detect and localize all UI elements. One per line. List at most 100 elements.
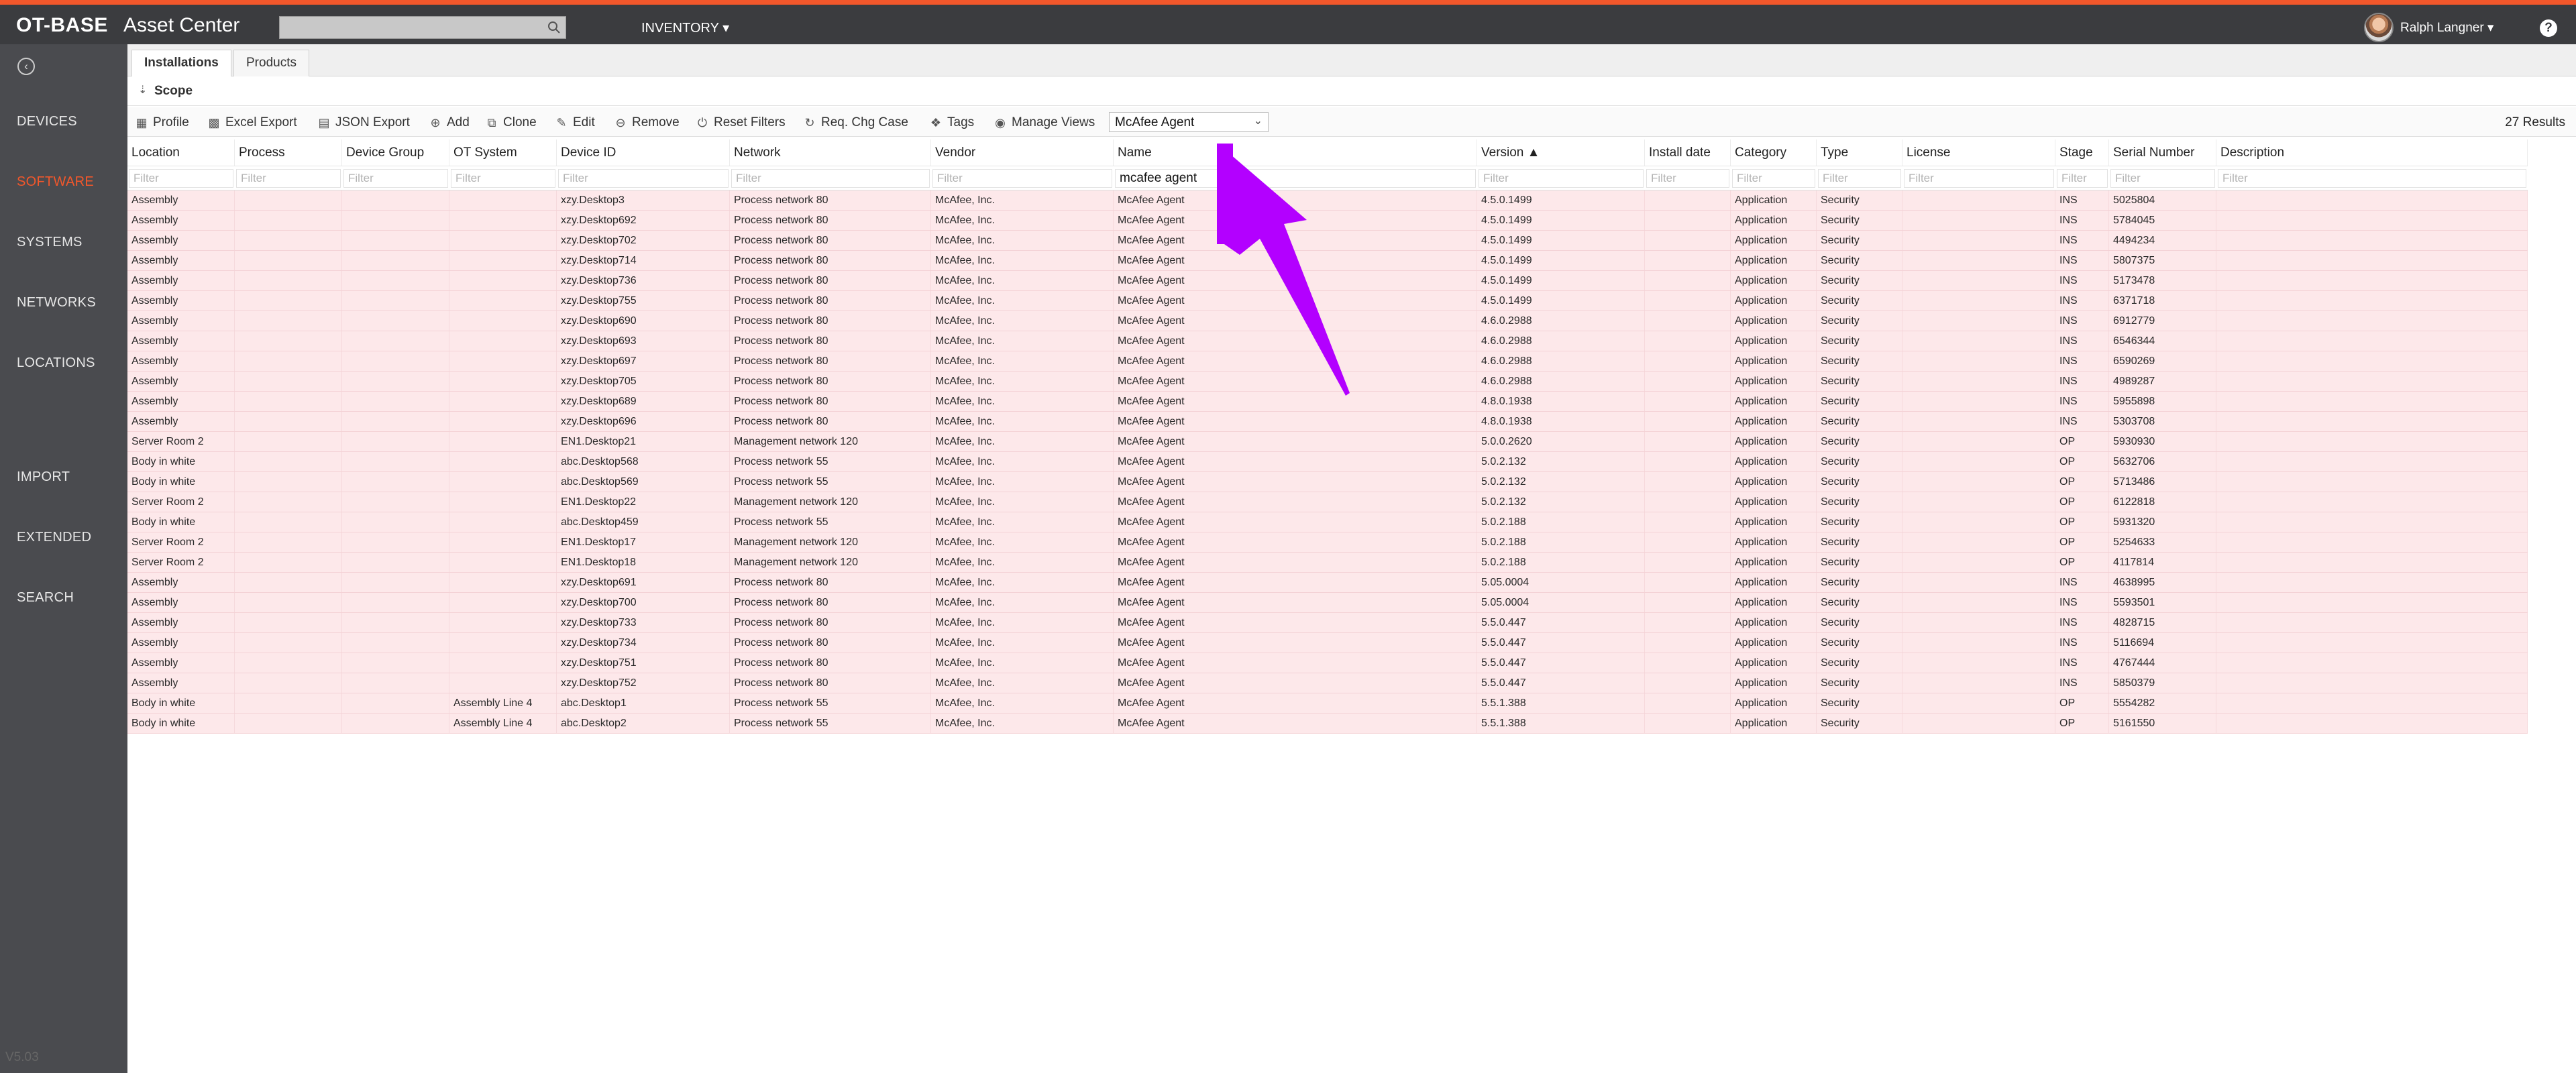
tags-button[interactable]: ❖ Tags (928, 113, 974, 132)
cell-description (2216, 693, 2528, 713)
cell-license (1902, 512, 2055, 532)
table-row[interactable]: Assembly xzy.Desktop734 Process network 80… (127, 633, 2528, 653)
column-header-network[interactable]: Network (730, 139, 931, 166)
global-search-input[interactable] (279, 16, 566, 39)
table-row[interactable]: Body in white Assembly Line 4 abc.Desktop2… (127, 714, 2528, 734)
filter-input-device-id[interactable]: Filter (558, 169, 729, 188)
cell-device-id: xzy.Desktop702 (557, 231, 730, 250)
sidebar-item-devices[interactable]: DEVICES (17, 114, 77, 129)
filter-input-license[interactable]: Filter (1904, 169, 2054, 188)
sidebar-item-locations[interactable]: LOCATIONS (17, 355, 95, 371)
table-row[interactable]: Assembly xzy.Desktop696 Process network 80… (127, 412, 2528, 432)
filter-input-network[interactable]: Filter (731, 169, 930, 188)
filter-input-device-group[interactable]: Filter (343, 169, 448, 188)
cell-install-date (1645, 392, 1731, 411)
sidebar-item-software[interactable]: SOFTWARE (17, 174, 94, 190)
column-header-description[interactable]: Description (2216, 139, 2528, 166)
clone-button[interactable]: ⧉ Clone (484, 113, 537, 132)
cell-location: Assembly (127, 412, 235, 431)
cell-serial-number: 5713486 (2109, 472, 2216, 492)
add-button[interactable]: ⊕ Add (428, 113, 469, 132)
table-row[interactable]: Assembly xzy.Desktop751 Process network 80… (127, 653, 2528, 673)
cell-process (235, 673, 342, 693)
filter-input-category[interactable]: Filter (1732, 169, 1815, 188)
cell-vendor: McAfee, Inc. (931, 372, 1114, 391)
sidebar-item-networks[interactable]: NETWORKS (17, 295, 96, 310)
cell-process (235, 311, 342, 331)
filter-input-description[interactable]: Filter (2218, 169, 2526, 188)
excel-export-label: Excel Export (225, 115, 297, 129)
filter-input-stage[interactable]: Filter (2057, 169, 2108, 188)
excel-export-button[interactable]: ▩ Excel Export (207, 113, 297, 132)
scope-bar[interactable]: ⇣ Scope (127, 76, 2576, 106)
cell-device-group (342, 714, 449, 733)
filter-input-version[interactable]: Filter (1479, 169, 1644, 188)
table-row[interactable]: Assembly xzy.Desktop733 Process network 80… (127, 613, 2528, 633)
inventory-menu[interactable]: INVENTORY ▾ (641, 19, 729, 36)
column-header-location[interactable]: Location (127, 139, 235, 166)
table-row[interactable]: Server Room 2 EN1.Desktop21 Management net… (127, 432, 2528, 452)
filter-input-serial-number[interactable]: Filter (2110, 169, 2215, 188)
json-export-button[interactable]: ▤ JSON Export (317, 113, 409, 132)
column-header-process[interactable]: Process (235, 139, 342, 166)
table-row[interactable]: Assembly xzy.Desktop752 Process network 80… (127, 673, 2528, 693)
sidebar-item-search[interactable]: SEARCH (17, 590, 74, 606)
filter-input-vendor[interactable]: Filter (932, 169, 1112, 188)
filter-input-install-date[interactable]: Filter (1646, 169, 1729, 188)
table-row[interactable]: Assembly xzy.Desktop691 Process network 80… (127, 573, 2528, 593)
column-header-license[interactable]: License (1902, 139, 2055, 166)
cell-ot-system (449, 512, 557, 532)
filter-input-process[interactable]: Filter (236, 169, 341, 188)
column-header-ot-system[interactable]: OT System (449, 139, 557, 166)
filter-input-ot-system[interactable]: Filter (451, 169, 555, 188)
req-change-icon: ↻ (804, 116, 815, 129)
profile-button[interactable]: ▦ Profile (134, 113, 189, 132)
manage-views-button[interactable]: ◉ Manage Views (993, 113, 1095, 132)
column-header-device-id[interactable]: Device ID (557, 139, 730, 166)
column-header-install-date[interactable]: Install date (1645, 139, 1731, 166)
table-row[interactable]: Server Room 2 EN1.Desktop17 Management net… (127, 532, 2528, 553)
back-icon[interactable]: ‹ (17, 58, 35, 75)
table-row[interactable]: Body in white abc.Desktop568 Process netwo… (127, 452, 2528, 472)
tab-installations[interactable]: Installations (131, 50, 231, 76)
table-row[interactable]: Body in white abc.Desktop569 Process netwo… (127, 472, 2528, 492)
user-menu[interactable]: Ralph Langner ▾ (2364, 13, 2493, 42)
edit-button[interactable]: ✎ Edit (554, 113, 594, 132)
cell-serial-number: 6590269 (2109, 351, 2216, 371)
chevron-down-icon[interactable]: ⌄ (1254, 114, 1263, 127)
column-header-vendor[interactable]: Vendor (931, 139, 1114, 166)
cell-category: Application (1731, 291, 1817, 310)
table-row[interactable]: Body in white abc.Desktop459 Process netwo… (127, 512, 2528, 532)
column-header-serial-number[interactable]: Serial Number (2109, 139, 2216, 166)
column-header-stage[interactable]: Stage (2055, 139, 2109, 166)
cell-network: Management network 120 (730, 532, 931, 552)
table-row[interactable]: Body in white Assembly Line 4 abc.Desktop1… (127, 693, 2528, 714)
reset-filters-button[interactable]: ⏻ Reset Filters (695, 113, 786, 132)
table-row[interactable]: Server Room 2 EN1.Desktop22 Management net… (127, 492, 2528, 512)
column-header-category[interactable]: Category (1731, 139, 1817, 166)
cell-location: Assembly (127, 613, 235, 632)
cell-process (235, 472, 342, 492)
sidebar-item-systems[interactable]: SYSTEMS (17, 235, 83, 250)
tab-products[interactable]: Products (233, 50, 309, 76)
remove-button[interactable]: ⊖ Remove (613, 113, 679, 132)
sidebar-item-import[interactable]: IMPORT (17, 469, 70, 485)
column-header-device-group[interactable]: Device Group (342, 139, 449, 166)
table-row[interactable]: Server Room 2 EN1.Desktop18 Management net… (127, 553, 2528, 573)
column-header-type[interactable]: Type (1817, 139, 1902, 166)
help-icon[interactable]: ? (2540, 19, 2557, 37)
column-header-version[interactable]: Version ▲ (1477, 139, 1645, 166)
search-icon[interactable] (547, 20, 561, 35)
chevron-down-icon[interactable]: ⇣ (138, 83, 147, 97)
scope-label[interactable]: Scope (154, 84, 193, 99)
filter-input-location[interactable]: Filter (129, 169, 233, 188)
cell-device-id: xzy.Desktop696 (557, 412, 730, 431)
cell-serial-number: 4767444 (2109, 653, 2216, 673)
cell-stage: OP (2055, 714, 2109, 733)
table-row[interactable]: Assembly xzy.Desktop700 Process network 80… (127, 593, 2528, 613)
sidebar-item-extended[interactable]: EXTENDED (17, 530, 91, 545)
cell-version: 5.5.1.388 (1477, 693, 1645, 713)
req-chg-case-button[interactable]: ↻ Req. Chg Case (802, 113, 908, 132)
results-count: 27 Results (2505, 115, 2565, 129)
filter-input-type[interactable]: Filter (1818, 169, 1901, 188)
